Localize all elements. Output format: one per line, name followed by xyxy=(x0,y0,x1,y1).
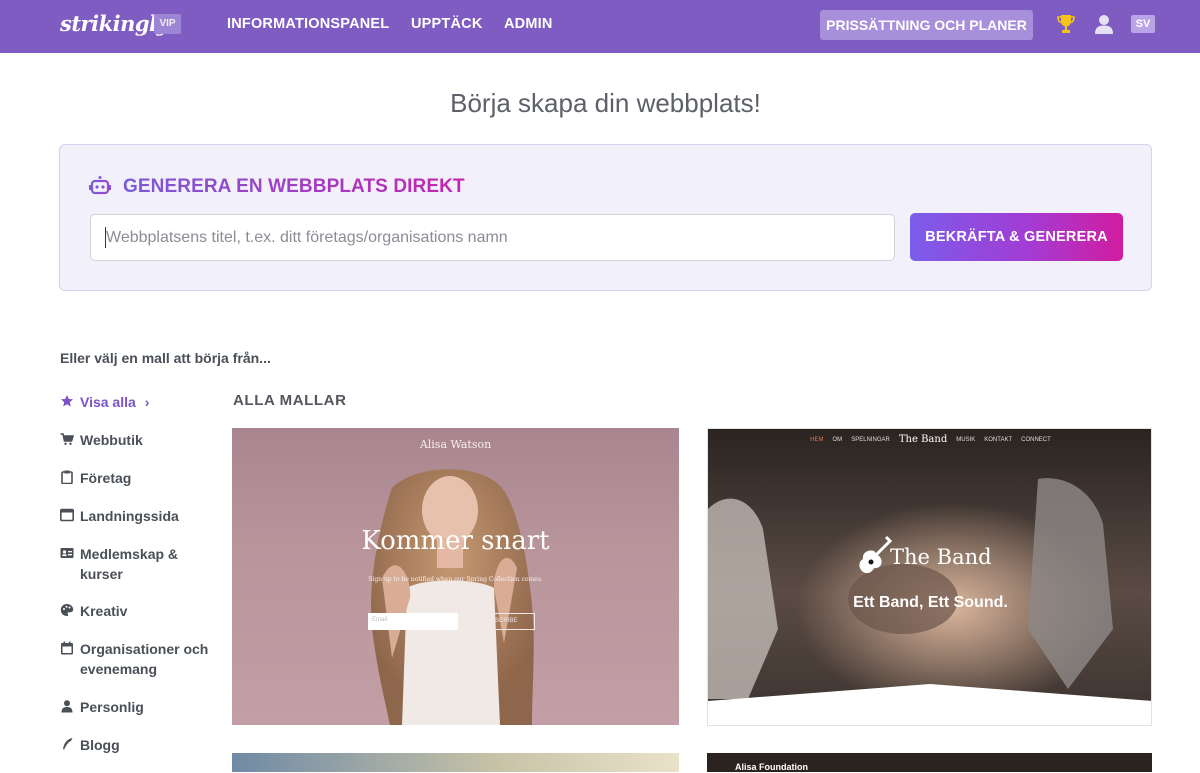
generate-website-panel: GENERERA EN WEBBPLATS DIREKT BEKRÄFTA & … xyxy=(59,144,1152,291)
category-label: Företag xyxy=(80,470,132,486)
card-nav-item: MUSIK xyxy=(956,437,976,443)
card-subscribe-button: SUBSCRIBE xyxy=(465,613,535,630)
text-cursor xyxy=(105,227,106,248)
generate-website-heading: GENERERA EN WEBBPLATS DIREKT xyxy=(123,176,465,197)
id-card-icon xyxy=(60,548,74,558)
card-nav-bar: HEM OM SPELNINGAR The Band MUSIK KONTAKT… xyxy=(708,434,1151,445)
category-organizations-events[interactable]: Organisationer och evenemang xyxy=(60,639,220,697)
category-label: Visa alla xyxy=(80,394,136,410)
chevron-right-icon: › xyxy=(144,394,150,410)
template-card-landscape[interactable] xyxy=(232,753,679,772)
nav-dashboard-link[interactable]: INFORMATIONSPANEL xyxy=(227,16,389,32)
card-email-field: Email xyxy=(368,613,458,630)
strikingly-logo[interactable]: strikingly xyxy=(60,11,169,36)
category-landing-page[interactable]: Landningssida xyxy=(60,506,220,544)
card-band-logo: The Band xyxy=(890,545,992,569)
category-label: Webbutik xyxy=(80,432,143,448)
window-icon xyxy=(60,508,74,522)
user-account-icon[interactable] xyxy=(1094,13,1114,35)
quill-icon xyxy=(63,738,73,750)
category-label: Kreativ xyxy=(80,603,128,619)
category-label: Landningssida xyxy=(80,508,179,524)
category-label: Personlig xyxy=(80,699,144,715)
choose-template-intro: Eller välj en mall att börja från... xyxy=(60,350,271,366)
card-nav-item: OM xyxy=(832,437,843,443)
cart-icon xyxy=(60,433,74,445)
concert-photo-image xyxy=(708,429,1151,725)
category-blog[interactable]: Blogg xyxy=(60,735,220,773)
template-card-coming-soon[interactable]: Alisa Watson Kommer snart Sign up to be … xyxy=(232,428,679,725)
trophy-icon[interactable] xyxy=(1056,13,1076,35)
category-webshop[interactable]: Webbutik xyxy=(60,430,220,468)
website-title-input[interactable] xyxy=(90,214,895,261)
category-label: Organisationer och evenemang xyxy=(80,641,209,677)
page-title: Börja skapa din webbplats! xyxy=(450,88,761,118)
category-business[interactable]: Företag xyxy=(60,468,220,506)
card-subtext: Sign up to be notified when our Spring C… xyxy=(368,576,543,583)
palette-icon xyxy=(60,604,74,616)
category-membership-courses[interactable]: Medlemskap & kurser xyxy=(60,544,220,601)
language-selector[interactable]: SV xyxy=(1131,15,1155,33)
robot-icon xyxy=(89,176,111,195)
template-card-alisa-foundation[interactable]: Alisa Foundation xyxy=(707,753,1152,772)
top-navigation-bar: strikingly VIP INFORMATIONSPANEL UPPTÄCK… xyxy=(0,0,1200,53)
clipboard-icon xyxy=(61,470,73,484)
nav-admin-link[interactable]: ADMIN xyxy=(504,16,553,32)
confirm-generate-button[interactable]: BEKRÄFTA & GENERERA xyxy=(910,213,1123,261)
pricing-plans-button[interactable]: PRISSÄTTNING OCH PLANER xyxy=(820,10,1033,40)
person-icon xyxy=(61,700,73,713)
card-nav-item: HEM xyxy=(810,437,824,443)
card-tagline: Ett Band, Ett Sound. xyxy=(853,594,1008,611)
calendar-icon xyxy=(61,641,73,655)
category-label: Blogg xyxy=(80,737,120,753)
template-category-sidebar: Visa alla › Webbutik Företag Landningssi… xyxy=(60,392,220,773)
card-nav-item: SPELNINGAR xyxy=(851,437,890,443)
guitar-icon xyxy=(859,535,892,574)
all-templates-heading: ALLA MALLAR xyxy=(233,392,347,409)
card-nav-item: KONTAKT xyxy=(984,437,1013,443)
star-icon xyxy=(61,395,73,407)
card-nav-logo: The Band xyxy=(898,434,948,445)
vip-badge: VIP xyxy=(154,14,181,34)
card-brand-name: Alisa Watson xyxy=(419,438,492,451)
category-personal[interactable]: Personlig xyxy=(60,697,220,735)
category-label: Medlemskap & kurser xyxy=(80,546,179,582)
nav-discover-link[interactable]: UPPTÄCK xyxy=(411,16,483,32)
card-headline: Kommer snart xyxy=(361,526,550,556)
template-card-the-band[interactable]: HEM OM SPELNINGAR The Band MUSIK KONTAKT… xyxy=(707,428,1152,726)
card-title: Alisa Foundation xyxy=(735,762,808,772)
card-nav-item: CONNECT xyxy=(1021,437,1051,443)
category-show-all[interactable]: Visa alla › xyxy=(60,392,220,430)
category-creative[interactable]: Kreativ xyxy=(60,601,220,639)
